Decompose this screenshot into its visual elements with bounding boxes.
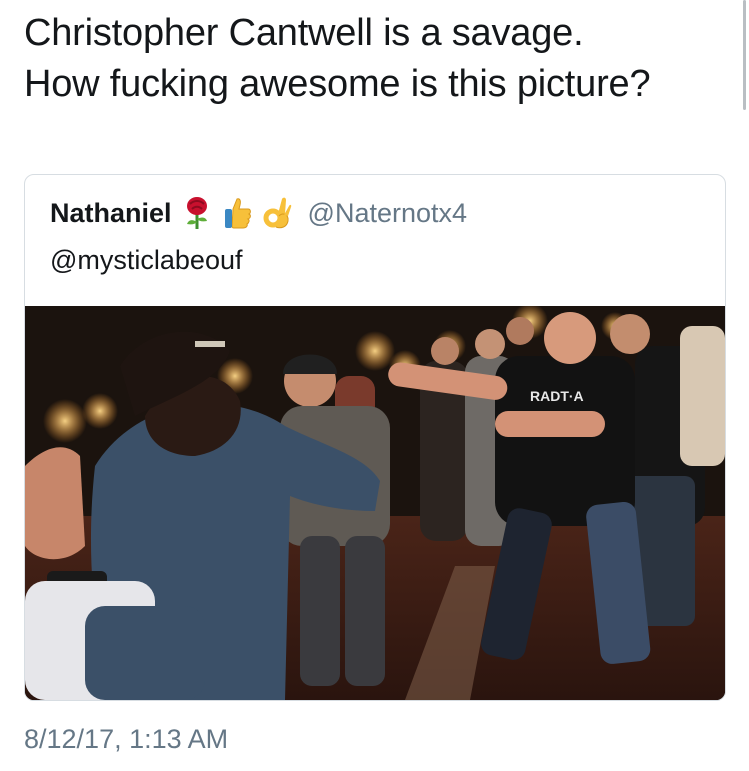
quoted-author-name[interactable]: Nathaniel: [50, 198, 172, 229]
quoted-author-row[interactable]: Nathaniel @Naternotx4: [50, 195, 467, 231]
tweet-text-line-2: How fucking awesome is this picture?: [24, 63, 651, 105]
tweet-timestamp[interactable]: 8/12/17, 1:13 AM: [24, 724, 228, 755]
quoted-author-handle[interactable]: @Naternotx4: [308, 198, 467, 229]
tweet-text: Christopher Cantwell is a savage. How fu…: [24, 8, 736, 110]
thumbs-up-icon: [222, 196, 252, 230]
quoted-tweet-header: Nathaniel @Naternotx4 @mysticlabeouf: [25, 175, 725, 306]
tweet-text-line-1: Christopher Cantwell is a savage.: [24, 12, 584, 54]
tweet-photo[interactable]: RADT·A: [25, 306, 725, 700]
ok-hand-icon: [262, 196, 292, 230]
rose-icon: [182, 196, 212, 230]
quoted-tweet-card[interactable]: Nathaniel @Naternotx4 @mysticlabeouf RAD…: [24, 174, 726, 701]
replying-to-handle[interactable]: @mysticlabeouf: [50, 245, 242, 276]
scrollbar[interactable]: [743, 0, 746, 110]
shirt-text: RADT·A: [530, 388, 584, 404]
